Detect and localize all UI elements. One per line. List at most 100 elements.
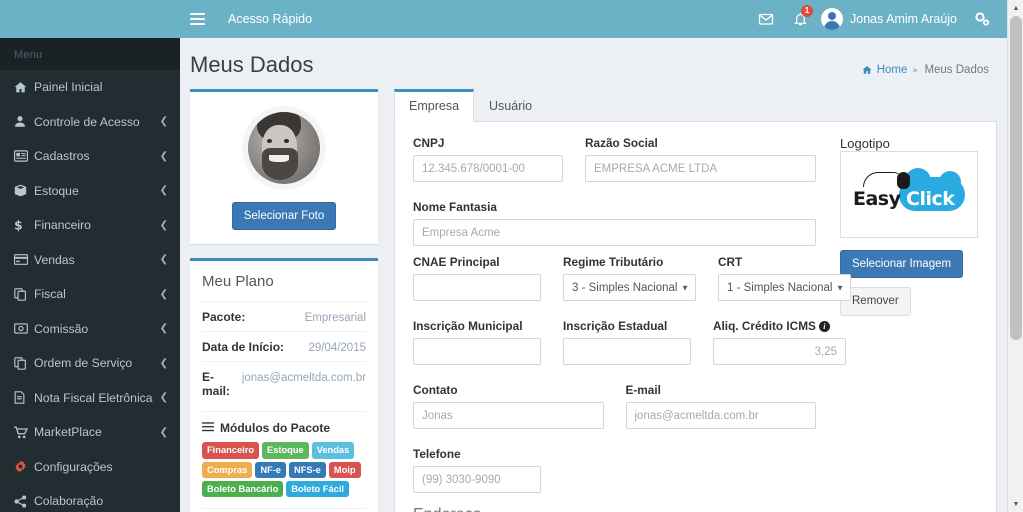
regime-select[interactable] [563,274,696,301]
plan-row-data-inicio: Data de Início: 29/04/2015 [202,331,366,361]
share-icon [14,495,34,508]
email-input[interactable] [625,402,816,429]
sidebar-item-label: Ordem de Serviço [34,356,133,371]
sidebar-item-label: Controle de Acesso [34,114,140,129]
select-photo-button[interactable]: Selecionar Foto [231,202,337,231]
sidebar-item-label: Vendas [34,252,75,267]
tab-empresa[interactable]: Empresa [394,89,475,122]
plan-value: 29/04/2015 [308,342,366,355]
scrollbar-thumb[interactable] [1010,16,1022,340]
sidebar-item-ordem-de-servico[interactable]: Ordem de Serviço ❮ [0,346,180,381]
sidebar-item-configuracoes[interactable]: Configurações [0,450,180,485]
regime-label: Regime Tributário [563,255,664,269]
modules-badge-list: Financeiro Estoque Vendas Compras NF-e N… [202,442,366,498]
inscricao-estadual-input[interactable] [563,338,691,365]
id-card-icon [14,150,34,162]
logo-text-easy: Easy [853,187,901,210]
sidebar-item-label: Fiscal [34,287,66,302]
chevron-left-icon: ❮ [159,288,168,300]
sidebar-item-fiscal[interactable]: Fiscal ❮ [0,277,180,312]
nome-fantasia-input[interactable] [413,219,816,246]
telefone-input[interactable] [413,466,541,493]
row-cnae-regime-crt: CNAE Principal Regime Tributário ▼ [413,255,851,310]
user-name-label: Jonas Amim Araújo [850,12,957,26]
hamburger-icon[interactable] [180,0,214,38]
header-logo-area [0,0,180,38]
field-crt: CRT ▼ [718,255,851,301]
row-cnpj-razao: CNPJ Razão Social [413,136,816,191]
cnae-input[interactable] [413,274,541,301]
home-icon [14,81,34,94]
email-label: E-mail [625,383,661,397]
aliq-icms-label-text: Aliq. Crédito ICMS [713,319,816,333]
avatar [821,8,843,30]
sidebar-item-estoque[interactable]: Estoque ❮ [0,174,180,209]
page-header: Meus Dados Home ▸ Meus Dados [180,38,1007,78]
envelope-icon[interactable] [749,0,783,38]
info-icon[interactable]: i [818,321,830,332]
my-plan-title: Meu Plano [202,273,274,291]
sidebar-menu-label: Menu [0,38,180,70]
sidebar-item-cadastros[interactable]: Cadastros ❮ [0,139,180,174]
left-column: Selecionar Foto Meu Plano Pacote: Empres… [190,89,378,512]
plan-row-email: E-mail: jonas@acmeltda.com.br [202,361,366,405]
contato-input[interactable] [413,402,604,429]
breadcrumb-separator: ▸ [913,64,919,76]
module-badge: NFS-e [288,461,326,478]
cnpj-input[interactable] [413,155,563,182]
box-icon [14,184,34,197]
gear-icon [14,460,34,473]
endereco-section-title: Endereço [413,506,816,512]
sidebar-item-financeiro[interactable]: $ Financeiro ❮ [0,208,180,243]
tab-usuario[interactable]: Usuário [474,89,547,122]
cnae-label: CNAE Principal [413,255,500,269]
scroll-up-arrow-icon[interactable]: ▲ [1008,0,1023,16]
field-inscricao-municipal: Inscrição Municipal [413,319,541,365]
breadcrumb-home[interactable]: Home [862,64,907,76]
sidebar-item-painel-inicial[interactable]: Painel Inicial [0,70,180,105]
plan-key: E-mail: [202,370,231,399]
notification-badge: 1 [801,5,813,17]
field-contato: Contato [413,383,604,429]
sidebar-item-marketplace[interactable]: MarketPlace ❮ [0,415,180,450]
sidebar-item-vendas[interactable]: Vendas ❮ [0,243,180,278]
money-icon [14,323,34,334]
sidebar-item-comissao[interactable]: Comissão ❮ [0,312,180,347]
dollar-icon: $ [14,218,34,233]
inscricao-estadual-label: Inscrição Estadual [563,319,668,333]
bell-icon[interactable]: 1 [783,0,817,38]
profile-photo-card: Selecionar Foto [190,89,378,245]
vertical-scrollbar[interactable]: ▲ ▼ [1007,0,1023,512]
aliq-icms-input[interactable] [713,338,846,365]
sidebar-item-controle-de-acesso[interactable]: Controle de Acesso ❮ [0,105,180,140]
module-badge: Moip [328,461,361,478]
chevron-left-icon: ❮ [159,323,168,335]
quick-access-link[interactable]: Acesso Rápido [228,12,312,26]
chevron-left-icon: ❮ [159,116,168,128]
crt-select[interactable] [718,274,851,301]
sidebar-item-label: Estoque [34,183,79,198]
chevron-left-icon: ❮ [159,219,168,231]
field-cnpj: CNPJ [413,136,563,182]
inscricao-municipal-input[interactable] [413,338,541,365]
plan-key: Pacote: [202,310,246,325]
my-plan-card: Meu Plano Pacote: Empresarial Data de In… [190,258,378,512]
crt-label: CRT [718,255,743,269]
razao-social-input[interactable] [585,155,816,182]
sidebar-item-nota-fiscal-eletronica[interactable]: Nota Fiscal Eletrônica ❮ [0,381,180,416]
plan-row-pacote: Pacote: Empresarial [202,301,366,331]
module-badge: Boleto Fácil [286,480,349,498]
module-badge: Boleto Bancário [202,480,284,498]
cnpj-label: CNPJ [413,136,445,150]
plan-value: Empresarial [304,312,366,325]
main-content: Meus Dados Home ▸ Meus Dados Selecionar … [180,38,1007,512]
select-image-button[interactable]: Selecionar Imagem [840,250,964,279]
user-menu[interactable]: Jonas Amim Araújo [817,8,965,30]
razao-social-label: Razão Social [585,136,658,150]
sidebar-item-colaboracao[interactable]: Colaboração [0,484,180,512]
scroll-down-arrow-icon[interactable]: ▼ [1008,496,1023,512]
gears-icon[interactable] [965,0,999,38]
chevron-left-icon: ❮ [159,150,168,162]
modules-title-label: Módulos do Pacote [220,421,331,436]
copy-icon [14,287,34,301]
